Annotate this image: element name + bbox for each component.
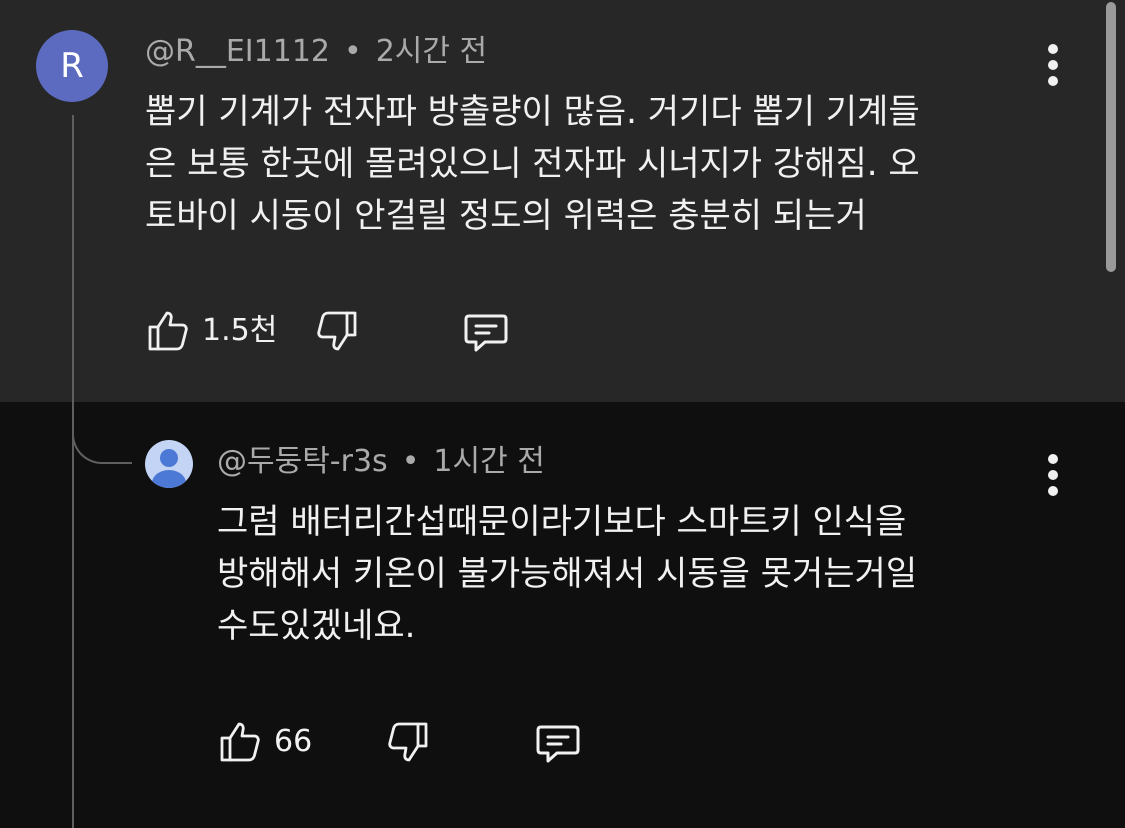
thumbs-down-icon — [313, 307, 361, 355]
like-button[interactable]: 66 — [216, 718, 312, 766]
reply-button[interactable] — [461, 308, 511, 356]
dislike-button[interactable] — [313, 307, 361, 355]
more-vert-icon — [1048, 454, 1058, 464]
thumbs-up-icon — [216, 718, 264, 766]
default-avatar-body — [152, 470, 186, 488]
more-vert-dot — [1048, 470, 1058, 480]
more-options-button[interactable] — [1033, 35, 1073, 95]
avatar[interactable] — [145, 440, 193, 488]
comment-author[interactable]: @R__EI1112 — [145, 34, 330, 69]
comment-time[interactable]: 2시간 전 — [376, 34, 487, 69]
reply-author[interactable]: @두둥탁-r3s — [217, 444, 388, 479]
comment-text: 뽑기 기계가 전자파 방출량이 많음. 거기다 뽑기 기계들 은 보통 한곳에 … — [145, 86, 920, 242]
like-count: 66 — [274, 724, 313, 759]
comments-page: R @R__EI1112 • 2시간 전 뽑기 기계가 전자파 방출량이 많음. 거… — [0, 0, 1125, 828]
thumbs-down-icon — [384, 718, 432, 766]
thread-connector — [72, 410, 132, 464]
reply-text: 그럼 배터리간섭때문이라기보다 스마트키 인식을 방해해서 키온이 불가능해져서… — [217, 496, 917, 652]
reply-icon — [533, 719, 583, 767]
reply-header: @두둥탁-r3s • 1시간 전 — [217, 443, 545, 481]
reply-text-line: 수도있겠네요. — [217, 606, 416, 646]
thumbs-up-icon — [144, 307, 192, 355]
separator-dot: • — [344, 34, 362, 69]
more-vert-icon — [1048, 44, 1058, 54]
thread-line — [72, 115, 74, 828]
more-vert-dot — [1048, 60, 1058, 70]
comment-text-line: 토바이 시동이 안걸릴 정도의 위력은 충분히 되는거 — [145, 196, 867, 236]
comment-text-line: 은 보통 한곳에 몰려있으니 전자파 시너지가 강해짐. 오 — [145, 144, 920, 184]
like-button[interactable]: 1.5천 — [144, 307, 277, 355]
comment-text-line: 뽑기 기계가 전자파 방출량이 많음. 거기다 뽑기 기계들 — [145, 92, 920, 132]
like-count: 1.5천 — [202, 313, 278, 348]
separator-dot: • — [401, 444, 420, 479]
reply-text-line: 그럼 배터리간섭때문이라기보다 스마트키 인식을 — [217, 502, 907, 542]
more-vert-dot — [1048, 486, 1058, 496]
reply-button[interactable] — [533, 719, 583, 767]
scrollbar[interactable] — [1106, 2, 1116, 272]
dislike-button[interactable] — [384, 718, 432, 766]
reply-time[interactable]: 1시간 전 — [433, 444, 544, 479]
reply-text-line: 방해해서 키온이 불가능해져서 시동을 못거는거일 — [217, 554, 918, 594]
avatar[interactable]: R — [36, 30, 108, 102]
reply-icon — [461, 308, 511, 356]
more-vert-dot — [1048, 76, 1058, 86]
comment-header: @R__EI1112 • 2시간 전 — [145, 33, 487, 71]
more-options-button[interactable] — [1033, 445, 1073, 505]
default-avatar-icon — [160, 449, 178, 467]
